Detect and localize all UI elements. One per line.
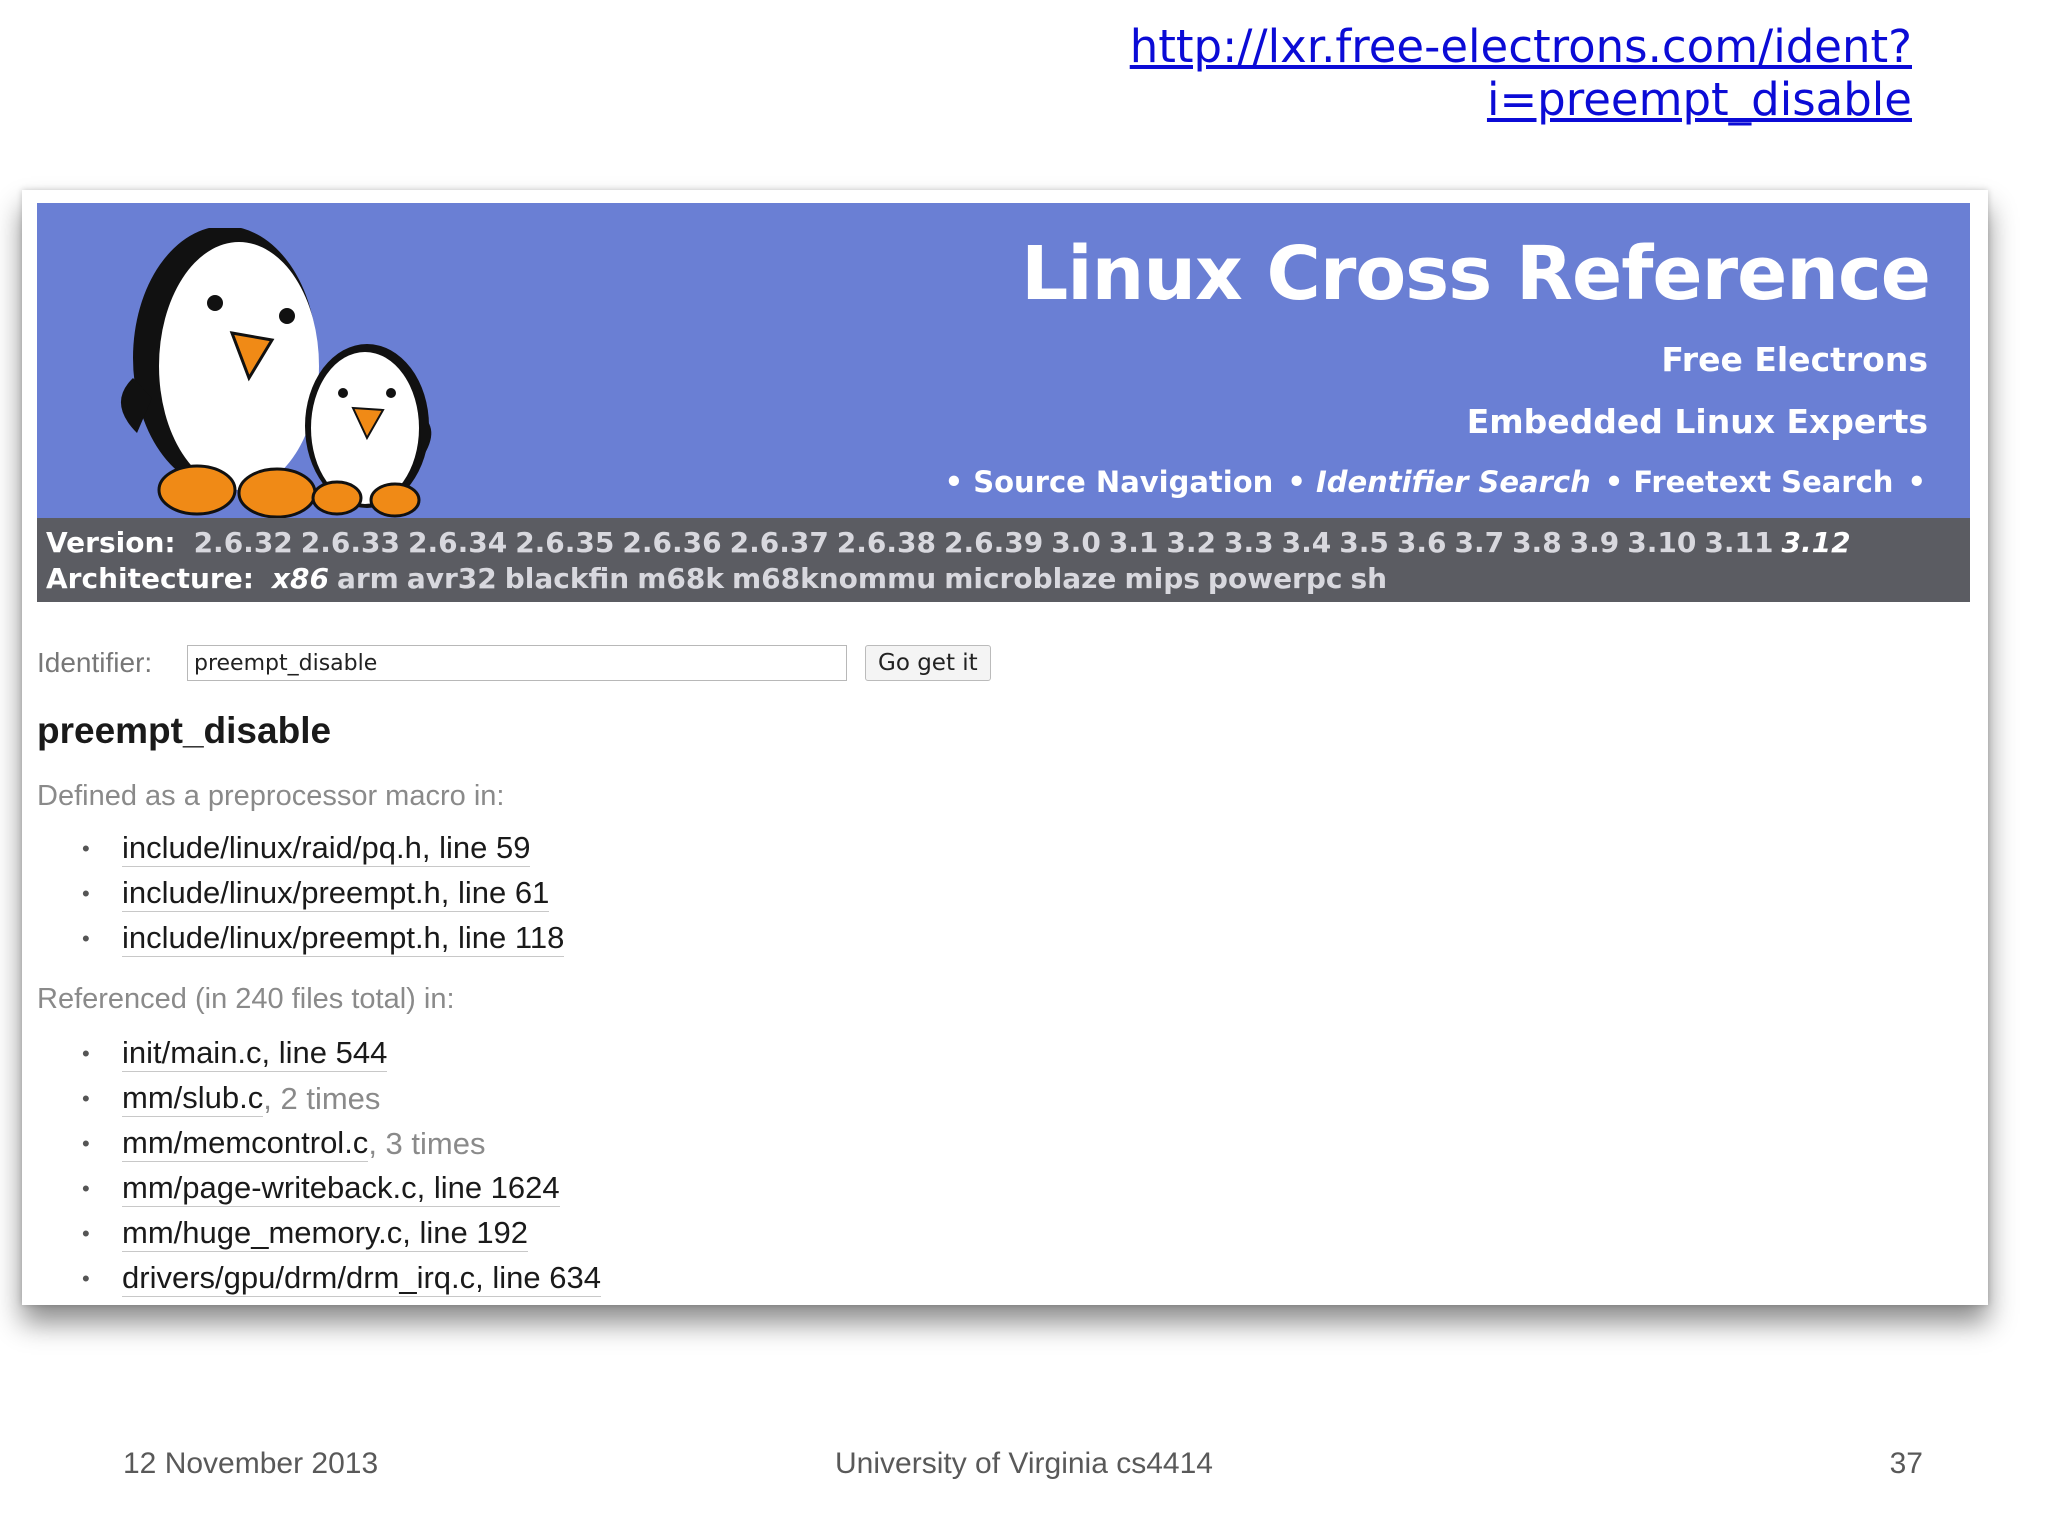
- footer-page-number: 37: [1889, 1447, 1923, 1480]
- version-option[interactable]: 2.6.39: [944, 526, 1043, 559]
- architecture-label: Architecture:: [46, 562, 254, 595]
- version-option[interactable]: 3.2: [1166, 526, 1216, 559]
- version-option[interactable]: 2.6.32: [194, 526, 293, 559]
- file-reference-link[interactable]: include/linux/preempt.h, line 118: [122, 920, 565, 957]
- version-option[interactable]: 2.6.34: [408, 526, 507, 559]
- version-option[interactable]: 3.6: [1397, 526, 1447, 559]
- architecture-option[interactable]: sh: [1351, 562, 1388, 595]
- architecture-option[interactable]: microblaze: [944, 562, 1116, 595]
- site-title: Linux Cross Reference: [1021, 231, 1931, 317]
- version-option[interactable]: 3.8: [1512, 526, 1562, 559]
- site-subtitle-company: Free Electrons: [1661, 340, 1928, 379]
- lxr-banner: Linux Cross Reference Free Electrons Emb…: [37, 203, 1970, 518]
- version-option[interactable]: 3.3: [1224, 526, 1274, 559]
- bullet-icon: •: [82, 1265, 90, 1291]
- version-option[interactable]: 3.12: [1781, 526, 1850, 559]
- version-option[interactable]: 3.4: [1282, 526, 1332, 559]
- architecture-option[interactable]: x86: [272, 562, 329, 595]
- architecture-option[interactable]: m68knommu: [732, 562, 936, 595]
- version-option[interactable]: 3.1: [1109, 526, 1159, 559]
- list-item: • mm/page-writeback.c, line 1624: [82, 1166, 601, 1211]
- referenced-label: Referenced (in 240 files total) in:: [37, 983, 455, 1015]
- architecture-option[interactable]: powerpc: [1208, 562, 1343, 595]
- bullet-icon: •: [82, 1130, 90, 1156]
- version-option[interactable]: 3.5: [1339, 526, 1389, 559]
- list-item: • init/main.c, line 544: [82, 1031, 601, 1076]
- bullet-icon: •: [82, 925, 90, 951]
- file-reference-link[interactable]: drivers/gpu/drm/drm_irq.c, line 634: [122, 1260, 601, 1297]
- file-reference-link[interactable]: include/linux/preempt.h, line 61: [122, 875, 550, 912]
- bullet-icon: •: [82, 1175, 90, 1201]
- file-reference-link[interactable]: include/linux/raid/pq.h, line 59: [122, 830, 531, 867]
- bullet-icon: •: [82, 1085, 90, 1111]
- identifier-input[interactable]: [187, 645, 847, 681]
- version-option[interactable]: 3.7: [1454, 526, 1504, 559]
- file-reference-link[interactable]: mm/slub.c: [122, 1080, 264, 1117]
- version-option[interactable]: 2.6.36: [622, 526, 721, 559]
- list-item: • include/linux/preempt.h, line 61: [82, 871, 564, 916]
- nav-separator: •: [1907, 465, 1926, 499]
- version-option[interactable]: 2.6.37: [730, 526, 829, 559]
- list-item: • include/linux/preempt.h, line 118: [82, 916, 565, 961]
- identifier-label: Identifier:: [37, 647, 153, 678]
- version-option[interactable]: 2.6.33: [301, 526, 400, 559]
- architecture-option[interactable]: avr32: [407, 562, 497, 595]
- architecture-option[interactable]: blackfin: [505, 562, 629, 595]
- list-item: • include/linux/raid/pq.h, line 59: [82, 826, 564, 871]
- architecture-option[interactable]: m68k: [637, 562, 724, 595]
- architecture-row: Architecture: x86 arm avr32 blackfin m68k m68…: [46, 562, 1387, 595]
- version-row: Version: 2.6.32 2.6.33 2.6.34 2.6.35 2.6.36 2…: [46, 526, 1851, 559]
- version-option[interactable]: 3.10: [1627, 526, 1696, 559]
- version-bar: Version: 2.6.32 2.6.33 2.6.34 2.6.35 2.6.36 2…: [37, 518, 1970, 602]
- list-item: • mm/slub.c, 2 times: [82, 1076, 601, 1121]
- nav-identifier-search[interactable]: • Identifier Search: [1287, 465, 1590, 499]
- reference-count: , 2 times: [263, 1080, 381, 1116]
- referenced-list: • init/main.c, line 544 • mm/slub.c, 2 time…: [82, 1031, 601, 1301]
- site-nav: • Source Navigation • Identifier Search …: [945, 465, 1926, 499]
- identifier-search-form: Identifier: Go get it: [37, 645, 991, 681]
- bullet-icon: •: [82, 880, 90, 906]
- nav-source-navigation[interactable]: • Source Navigation: [945, 465, 1274, 499]
- bullet-icon: •: [82, 1220, 90, 1246]
- go-get-it-button[interactable]: Go get it: [865, 645, 991, 681]
- architecture-option[interactable]: mips: [1124, 562, 1199, 595]
- version-option[interactable]: 3.11: [1704, 526, 1773, 559]
- list-item: • drivers/gpu/drm/drm_irq.c, line 634: [82, 1256, 601, 1301]
- architecture-option[interactable]: arm: [337, 562, 399, 595]
- site-subtitle-tagline: Embedded Linux Experts: [1466, 402, 1928, 441]
- file-reference-link[interactable]: init/main.c, line 544: [122, 1035, 388, 1072]
- bullet-icon: •: [82, 835, 90, 861]
- penguins-logo-icon: [120, 228, 432, 518]
- bullet-icon: •: [82, 1040, 90, 1066]
- file-reference-link[interactable]: mm/page-writeback.c, line 1624: [122, 1170, 560, 1207]
- reference-count: , 3 times: [368, 1125, 486, 1161]
- version-option[interactable]: 3.0: [1051, 526, 1101, 559]
- defined-list: • include/linux/raid/pq.h, line 59 • includ…: [82, 826, 565, 961]
- file-reference-link[interactable]: mm/huge_memory.c, line 192: [122, 1215, 529, 1252]
- slide-url-link[interactable]: http://lxr.free-electrons.com/ident?i=pr…: [772, 20, 1912, 126]
- list-item: • mm/huge_memory.c, line 192: [82, 1211, 601, 1256]
- list-item: • mm/memcontrol.c, 3 times: [82, 1121, 601, 1166]
- version-option[interactable]: 2.6.35: [515, 526, 614, 559]
- nav-freetext-search[interactable]: • Freetext Search: [1605, 465, 1894, 499]
- version-option[interactable]: 2.6.38: [837, 526, 936, 559]
- version-option[interactable]: 3.9: [1570, 526, 1620, 559]
- footer-institution: University of Virginia cs4414: [835, 1447, 1213, 1480]
- version-label: Version:: [46, 526, 176, 559]
- identifier-heading: preempt_disable: [37, 710, 332, 751]
- screenshot-frame: Linux Cross Reference Free Electrons Emb…: [22, 190, 1988, 1305]
- file-reference-link[interactable]: mm/memcontrol.c: [122, 1125, 369, 1162]
- defined-label: Defined as a preprocessor macro in:: [37, 780, 505, 812]
